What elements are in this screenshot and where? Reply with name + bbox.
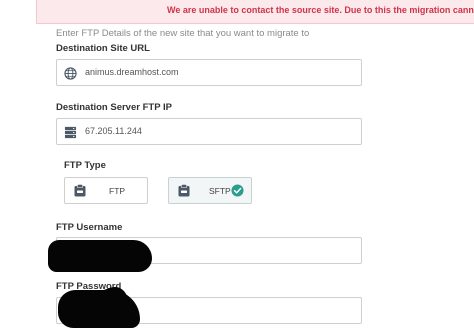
ftp-type-label: FTP Type	[64, 160, 106, 171]
clipboard-icon	[178, 184, 190, 197]
check-circle-icon	[231, 184, 244, 197]
error-banner: We are unable to contact the source site…	[36, 0, 474, 24]
ftp-ip-label: Destination Server FTP IP	[56, 102, 172, 113]
ftp-type-option-sftp-label: SFTP	[209, 186, 231, 196]
destination-url-label: Destination Site URL	[56, 43, 150, 54]
ftp-username-label: FTP Username	[56, 222, 123, 233]
destination-url-input[interactable]: animus.dreamhost.com	[56, 59, 362, 86]
ftp-type-option-ftp[interactable]: FTP	[64, 177, 148, 204]
ftp-type-option-sftp[interactable]: SFTP	[168, 177, 252, 204]
ftp-ip-input[interactable]: 67.205.11.244	[56, 118, 362, 145]
clipboard-icon	[74, 184, 86, 197]
error-message: We are unable to contact the source site…	[167, 5, 474, 15]
ftp-type-option-ftp-label: FTP	[109, 186, 126, 196]
redaction-mark	[48, 240, 152, 272]
destination-url-value: animus.dreamhost.com	[85, 67, 179, 77]
intro-text: Enter FTP Details of the new site that y…	[56, 28, 310, 39]
server-icon	[64, 126, 77, 139]
globe-icon	[64, 67, 77, 80]
ftp-ip-value: 67.205.11.244	[85, 126, 142, 136]
